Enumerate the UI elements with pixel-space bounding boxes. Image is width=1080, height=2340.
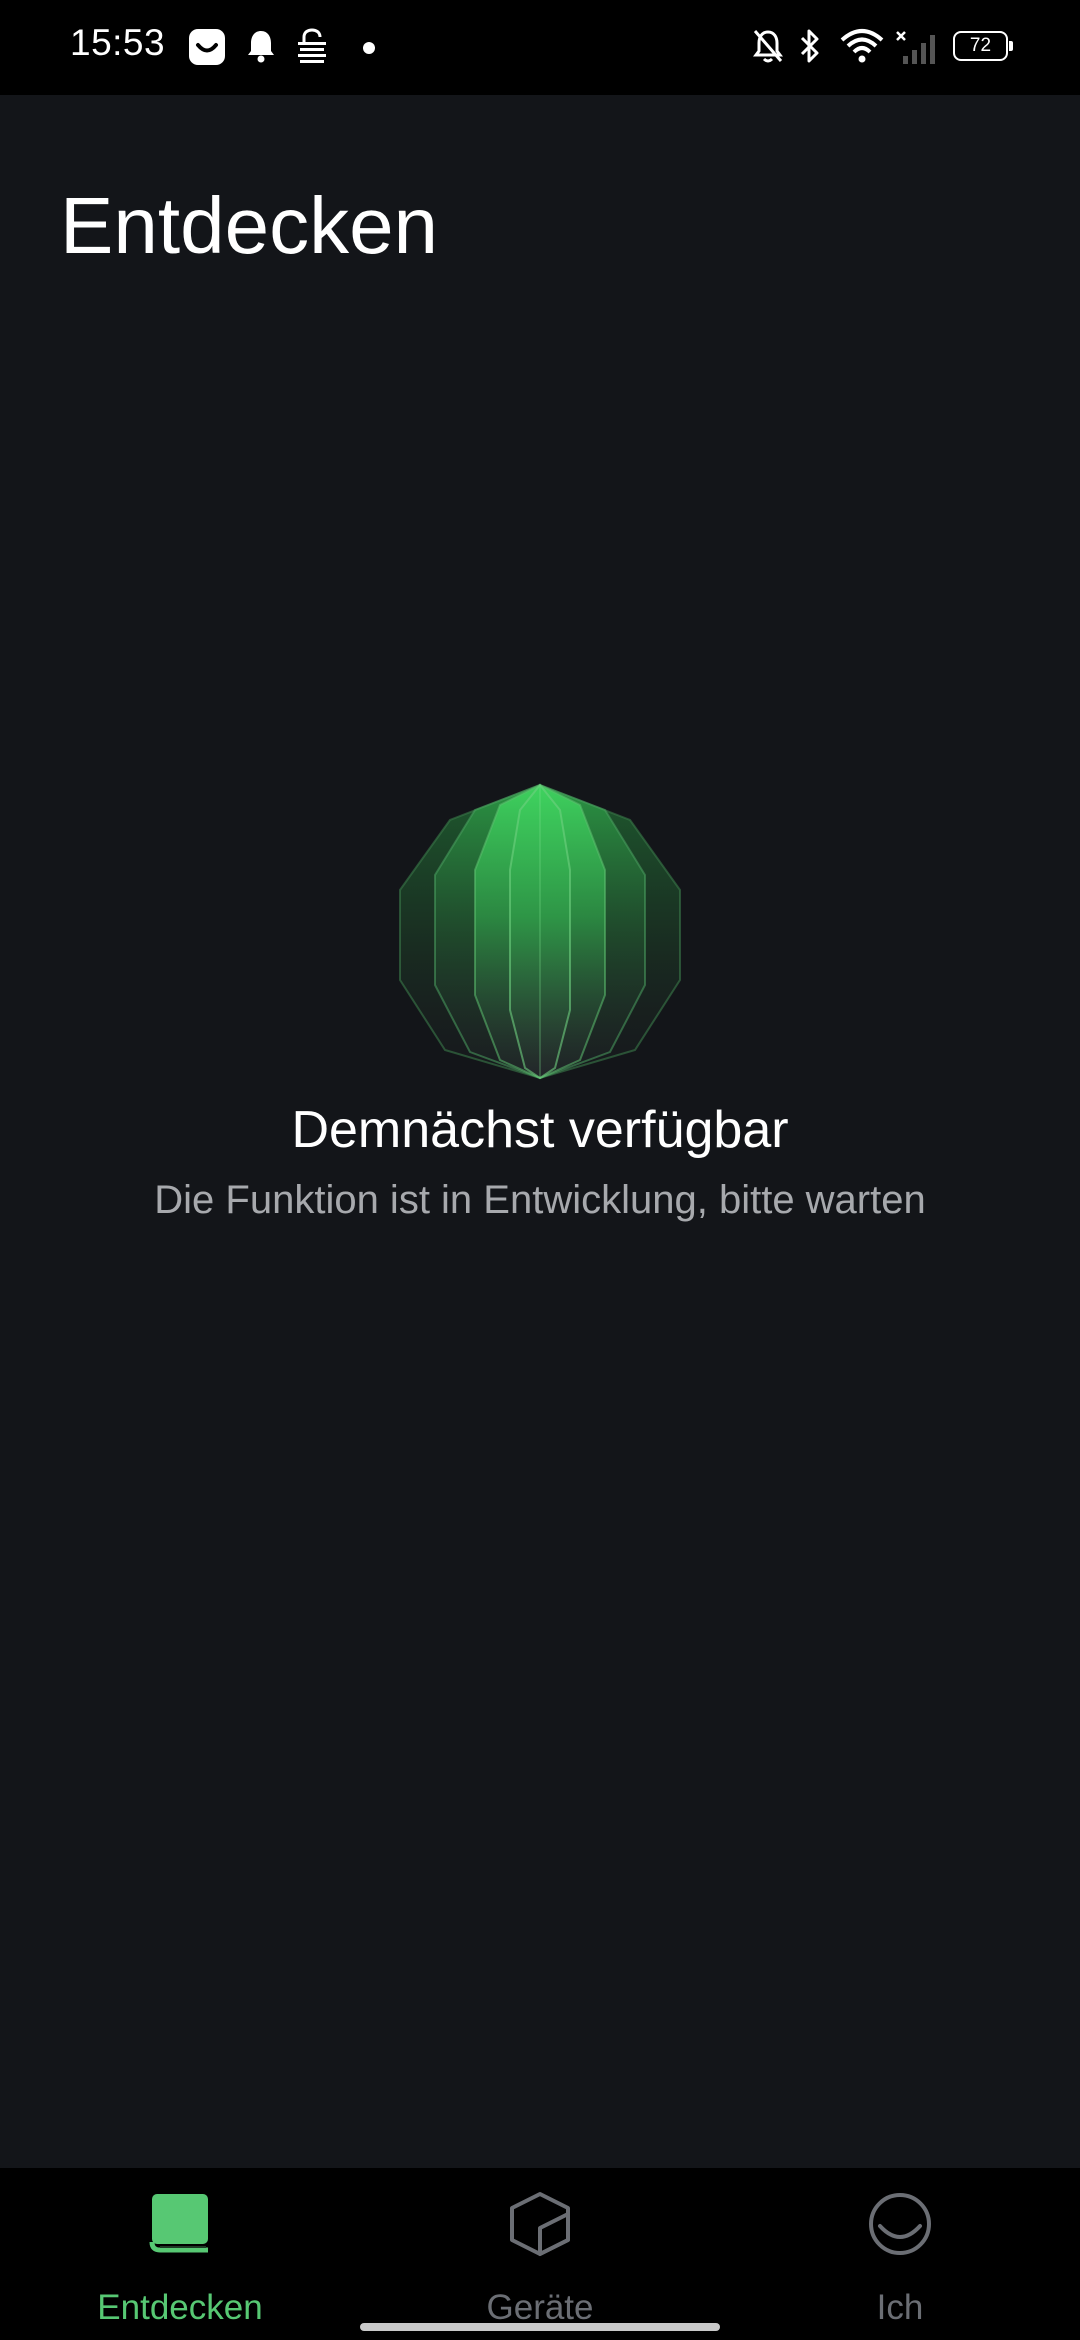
empty-state-title: Demnächst verfügbar (291, 1101, 789, 1159)
empty-state-subtitle: Die Funktion ist in Entwicklung, bitte w… (154, 1178, 926, 1222)
green-polyhedron-icon (395, 780, 685, 1080)
signal-x-icon (895, 30, 939, 71)
smiley-app-icon (188, 28, 226, 71)
nav-item-entdecken[interactable]: Entdecken (0, 2168, 360, 2340)
home-indicator[interactable] (360, 2323, 720, 2331)
profile-circle-icon (866, 2190, 934, 2258)
vpn-lock-icon (295, 28, 329, 69)
book-icon (146, 2190, 214, 2258)
status-time: 15:53 (70, 22, 166, 63)
app-screen: 15:53 72 Entdecken Demnächst verfügbar D… (0, 0, 1080, 2340)
nav-label-entdecken: Entdecken (97, 2288, 263, 2327)
status-bar: 15:53 72 (0, 0, 1080, 95)
bell-icon (246, 28, 276, 69)
dot-icon (362, 41, 376, 60)
battery-indicator: 72 (953, 31, 1013, 61)
nav-label-geraete: Geräte (486, 2288, 594, 2327)
wifi-icon (840, 28, 884, 69)
bluetooth-icon (797, 28, 823, 69)
bell-off-icon (752, 28, 784, 69)
page-title: Entdecken (60, 181, 439, 270)
nav-item-ich[interactable]: Ich (720, 2168, 1080, 2340)
nav-item-geraete[interactable]: Geräte (360, 2168, 720, 2340)
bottom-navigation: Entdecken Geräte Ich (0, 2168, 1080, 2340)
cube-icon (506, 2190, 574, 2258)
nav-label-ich: Ich (876, 2288, 924, 2327)
